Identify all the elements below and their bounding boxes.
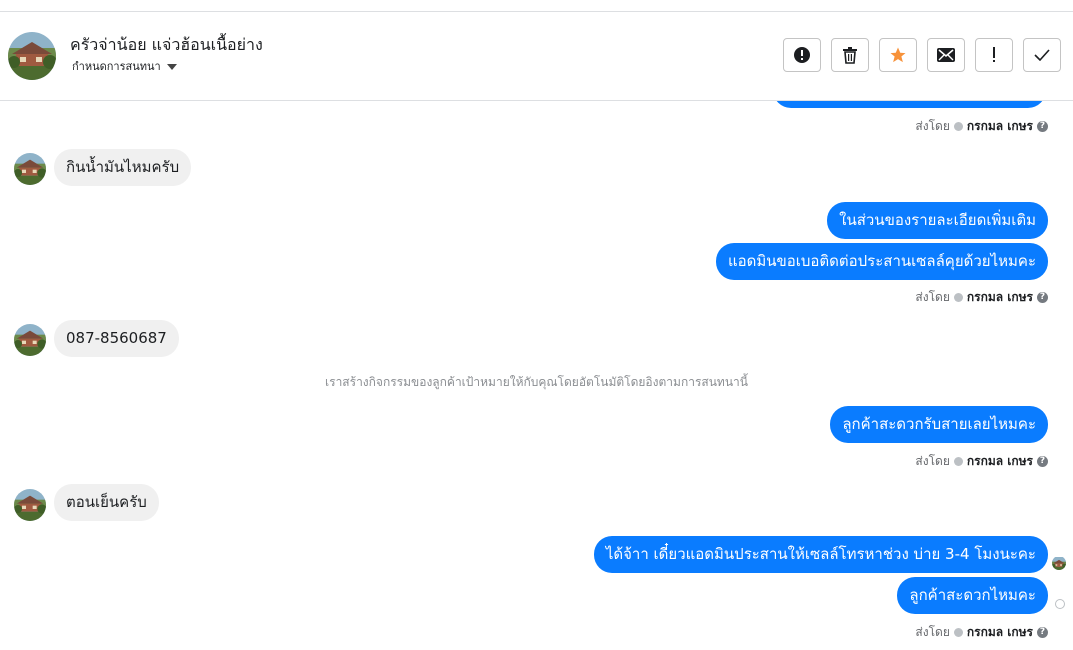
- star-icon: [890, 47, 906, 63]
- meta-sender: กรกมล เกษร: [966, 454, 1033, 468]
- mark-done-button[interactable]: [1023, 38, 1061, 72]
- help-icon[interactable]: ?: [1037, 121, 1048, 132]
- report-spam-button[interactable]: [783, 38, 821, 72]
- help-icon[interactable]: ?: [1037, 627, 1048, 638]
- mark-unread-button[interactable]: [927, 38, 965, 72]
- follow-up-button[interactable]: [975, 38, 1013, 72]
- trash-icon: [843, 47, 857, 64]
- conversation-header: ครัวจ่าน้อย แจ่วฮ้อนเนื้อย่าง กำหนดการสน…: [0, 12, 1073, 101]
- contact-avatar[interactable]: [8, 32, 56, 80]
- meta-sender: กรกมล เกษร: [966, 290, 1033, 304]
- contact-avatar-small[interactable]: [14, 489, 46, 521]
- meta-prefix: ส่งโดย: [915, 290, 950, 304]
- message-meta: ส่งโดย กรกมล เกษร?: [915, 623, 1048, 642]
- sent-check-icon: [1055, 599, 1065, 609]
- outgoing-message[interactable]: แอดมินขอเบอติดต่อประสานเซลล์คุยด้วยไหมคะ: [715, 243, 1048, 280]
- alert-icon: [794, 47, 810, 63]
- check-icon: [1034, 49, 1050, 61]
- meta-prefix: ส่งโดย: [915, 119, 950, 133]
- meta-prefix: ส่งโดย: [915, 625, 950, 639]
- status-dot-icon: [953, 122, 963, 131]
- contact-avatar-small[interactable]: [14, 153, 46, 185]
- status-dot-icon: [953, 293, 963, 302]
- outgoing-message[interactable]: ลูกค้าสะดวกไหมคะ: [897, 577, 1048, 614]
- message-meta: ส่งโดย กรกมล เกษร?: [915, 452, 1048, 471]
- meta-prefix: ส่งโดย: [915, 454, 950, 468]
- status-dot-icon: [953, 628, 963, 637]
- incoming-message[interactable]: ตอนเย็นครับ: [54, 484, 159, 521]
- contact-avatar-small[interactable]: [14, 324, 46, 356]
- contact-name[interactable]: ครัวจ่าน้อย แจ่วฮ้อนเนื้อย่าง: [70, 33, 263, 58]
- outgoing-message[interactable]: ลูกค้าสะดวกรับสายเลยไหมคะ: [830, 406, 1048, 443]
- star-button[interactable]: [879, 38, 917, 72]
- delete-button[interactable]: [831, 38, 869, 72]
- caret-down-icon: [166, 64, 177, 70]
- message-meta: ส่งโดย กรกมล เกษร?: [915, 117, 1048, 136]
- outgoing-message[interactable]: ได้จ้าา เดี๋ยวแอดมินประสานให้เซลล์โทรหาช…: [593, 536, 1048, 573]
- system-note: เราสร้างกิจกรรมของลูกค้าเป้าหมายให้กับคุ…: [325, 375, 748, 389]
- assign-conversation-dropdown[interactable]: กำหนดการสนทนา: [72, 57, 177, 75]
- meta-sender: กรกมล เกษร: [966, 119, 1033, 133]
- mail-icon: [937, 48, 955, 62]
- assign-conversation-label: กำหนดการสนทนา: [72, 60, 161, 73]
- message-thread[interactable]: ส่งโดย กรกมล เกษร? กินน้ำมันไหมครับ ในส่ว…: [0, 101, 1073, 650]
- incoming-message[interactable]: กินน้ำมันไหมครับ: [54, 149, 192, 186]
- help-icon[interactable]: ?: [1037, 292, 1048, 303]
- meta-sender: กรกมล เกษร: [966, 625, 1033, 639]
- seen-avatar: [1052, 556, 1066, 570]
- message-meta: ส่งโดย กรกมล เกษร?: [915, 288, 1048, 307]
- outgoing-message[interactable]: ในส่วนของรายละเอียดเพิ่มเติม: [827, 202, 1048, 239]
- help-icon[interactable]: ?: [1037, 456, 1048, 467]
- incoming-message[interactable]: 087-8560687: [54, 320, 179, 357]
- outgoing-message-partial[interactable]: [773, 101, 1046, 108]
- exclamation-icon: [993, 47, 995, 62]
- status-dot-icon: [953, 457, 963, 466]
